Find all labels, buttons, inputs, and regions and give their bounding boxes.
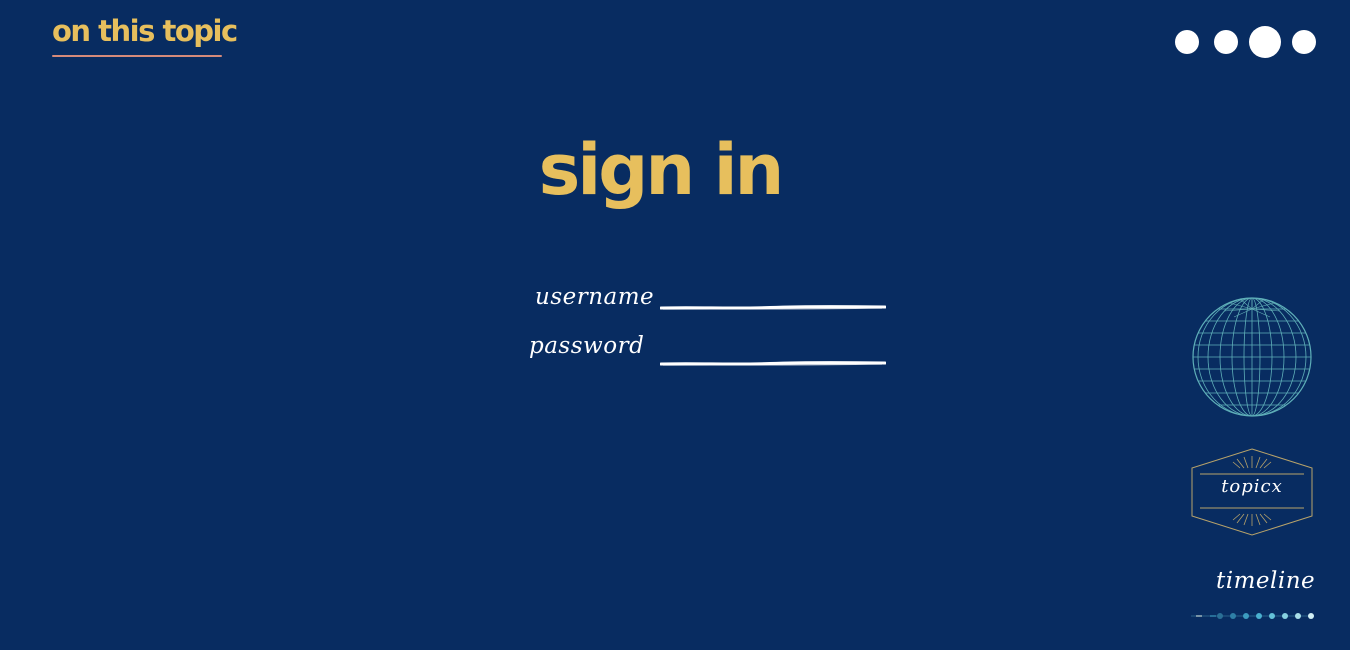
timeline-link[interactable]: timeline	[1188, 568, 1318, 628]
page-navigation-dots	[1175, 26, 1316, 58]
username-input[interactable]	[660, 285, 886, 305]
password-label: password	[529, 333, 645, 359]
username-field[interactable]	[660, 285, 886, 311]
page-title: sign in	[538, 129, 785, 211]
brand-underline	[52, 55, 222, 57]
username-label: username	[535, 284, 655, 310]
nav-dot-4[interactable]	[1292, 30, 1316, 54]
nav-dot-2[interactable]	[1214, 30, 1238, 54]
brand-logo-text[interactable]: on this topic	[52, 14, 238, 48]
globe-icon[interactable]	[1190, 295, 1314, 419]
password-input[interactable]	[660, 341, 886, 361]
nav-dot-1[interactable]	[1175, 30, 1199, 54]
nav-dot-3-active[interactable]	[1249, 26, 1281, 58]
badge-label: topicx	[1221, 476, 1283, 497]
timeline-label: timeline	[1216, 568, 1316, 594]
topicx-badge[interactable]: topicx	[1190, 448, 1314, 536]
timeline-dots-icon	[1191, 613, 1314, 619]
password-field[interactable]	[660, 341, 886, 367]
